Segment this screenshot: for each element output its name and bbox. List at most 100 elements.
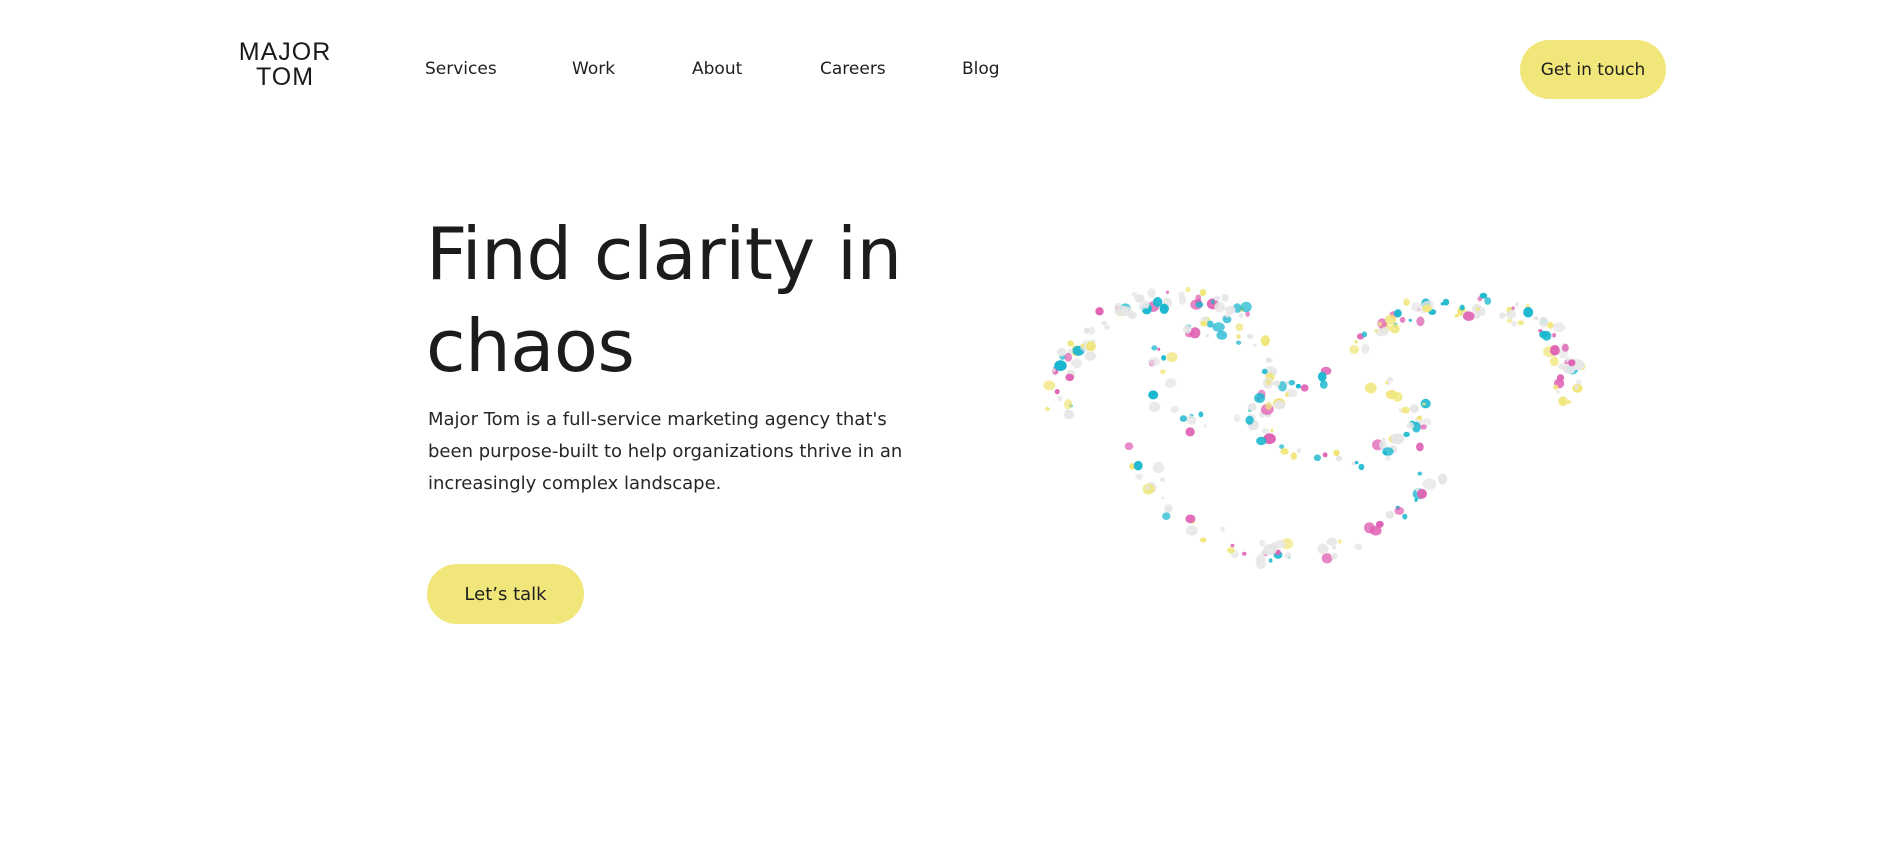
particle-dot — [1265, 357, 1272, 363]
particle-dot — [1394, 309, 1402, 318]
particle-dot — [1152, 461, 1165, 474]
particle-dot — [1484, 297, 1492, 305]
particle-dot — [1361, 343, 1370, 354]
particle-dot — [1361, 331, 1368, 338]
particle-dot — [1408, 318, 1412, 322]
particle-dot — [1245, 415, 1254, 425]
particle-dot — [1233, 414, 1241, 423]
particle-dot — [1179, 415, 1187, 422]
nav-item-services[interactable]: Services — [425, 57, 497, 81]
particle-dot — [1220, 526, 1225, 532]
particle-dot — [1326, 539, 1332, 545]
particle-dot — [1161, 355, 1167, 361]
particle-dot — [1539, 330, 1548, 339]
particle-dot — [1195, 301, 1204, 308]
particle-dot — [1331, 545, 1336, 550]
particle-dot — [1185, 286, 1191, 293]
particle-dot — [1057, 347, 1067, 357]
particle-dot — [1290, 452, 1297, 460]
particle-dot — [1317, 543, 1329, 555]
lets-talk-button[interactable]: Let’s talk — [427, 564, 584, 624]
particle-dot — [1170, 406, 1179, 413]
particle-dot — [1054, 360, 1067, 371]
particle-dot — [1261, 428, 1269, 434]
particle-dot — [1225, 313, 1230, 318]
particle-dot — [1240, 301, 1252, 313]
particle-dot — [1063, 409, 1075, 420]
particle-dot — [1552, 322, 1565, 333]
particle-dot — [1547, 321, 1554, 329]
particle-dot — [1084, 351, 1097, 361]
particle-dot — [1085, 341, 1096, 352]
particle-dot — [1198, 411, 1204, 418]
particle-dot — [1265, 401, 1272, 410]
particle-dot — [1422, 304, 1432, 313]
particle-dot — [1120, 306, 1133, 317]
particle-dot — [1454, 313, 1460, 318]
particle-dot — [1506, 318, 1512, 323]
particle-dot — [1236, 334, 1241, 339]
hero-description: Major Tom is a full-service marketing ag… — [428, 409, 903, 494]
particle-dot — [1337, 539, 1342, 544]
particle-dot — [1411, 302, 1422, 312]
particle-dot — [1313, 454, 1321, 462]
particle-dot — [1199, 537, 1207, 543]
particle-dot — [1183, 325, 1192, 334]
particle-dot — [1475, 307, 1480, 311]
particle-dot — [1416, 316, 1425, 327]
particle-dot — [1568, 359, 1576, 367]
nav-item-careers[interactable]: Careers — [820, 57, 886, 81]
particle-dot — [1553, 384, 1559, 390]
particle-dot — [1255, 557, 1266, 570]
particle-dot — [1227, 547, 1235, 554]
particle-dot — [1331, 553, 1338, 560]
particle-dot — [1319, 380, 1328, 389]
particle-dot — [1253, 343, 1257, 347]
particle-dot — [1575, 379, 1582, 385]
nav-item-work[interactable]: Work — [572, 57, 615, 81]
particle-dot — [1135, 473, 1143, 480]
particle-dot — [1165, 290, 1170, 295]
particle-dot — [1199, 289, 1207, 297]
particle-dot — [1185, 525, 1198, 536]
particle-dot — [1321, 553, 1333, 564]
nav-item-about[interactable]: About — [692, 57, 742, 81]
particle-dot — [1416, 442, 1424, 452]
particle-dot — [1274, 539, 1285, 549]
particle-dot — [1389, 323, 1400, 334]
particle-dot — [1374, 328, 1378, 333]
particle-dot — [1364, 382, 1377, 394]
get-in-touch-button[interactable]: Get in touch — [1520, 40, 1666, 99]
particle-dot — [1210, 299, 1215, 305]
particle-dot — [1260, 335, 1270, 347]
particle-dot — [1574, 384, 1579, 390]
particle-dot — [1080, 343, 1085, 348]
particle-dot — [1148, 357, 1160, 367]
particle-dot — [1149, 401, 1161, 413]
particle-dot — [1254, 392, 1265, 404]
particle-dot — [1212, 322, 1225, 332]
particle-dot — [1459, 304, 1465, 311]
particle-dot — [1238, 313, 1243, 319]
particle-dot — [1280, 448, 1289, 455]
particle-dot — [1043, 380, 1056, 391]
particle-dot — [1185, 427, 1195, 437]
particle-dot — [1284, 392, 1289, 398]
particle-dot — [1195, 294, 1202, 302]
nav-item-blog[interactable]: Blog — [962, 57, 1000, 81]
particle-dot — [1438, 473, 1448, 485]
particle-dot — [1235, 323, 1244, 332]
particle-dot — [1161, 496, 1165, 500]
particle-dot — [1178, 291, 1185, 298]
particle-dot — [1221, 294, 1229, 302]
particle-dot — [1052, 368, 1056, 373]
particle-dot — [1552, 333, 1557, 338]
particle-dot — [1354, 460, 1359, 465]
particle-dot — [1417, 471, 1423, 476]
particle-dot — [1558, 396, 1568, 407]
particle-dot — [1148, 390, 1159, 400]
particle-dot — [1157, 347, 1161, 351]
major-tom-logo[interactable]: MAJOR TOM — [235, 40, 335, 90]
particle-dot — [1270, 428, 1274, 433]
particle-dot — [1236, 340, 1242, 345]
